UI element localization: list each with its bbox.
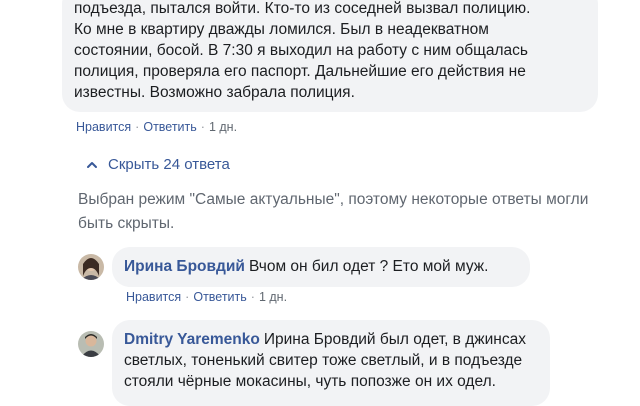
separator-dot: ·: [250, 290, 255, 304]
timestamp[interactable]: 1 дн.: [259, 290, 287, 304]
comment-author[interactable]: Dmitry Yaremenko: [124, 331, 260, 348]
separator-dot: ·: [185, 290, 190, 304]
comment-text-line: Ирина Бровдий был одет, в джинсах: [263, 331, 526, 348]
separator-dot: ·: [135, 120, 140, 134]
avatar-image: [78, 254, 104, 280]
avatar[interactable]: [78, 254, 104, 280]
comment-text-line: состоянии, босой. В 7:30 я выходил на ра…: [74, 42, 528, 59]
ranking-notice: Выбран режим "Самые актуальные", поэтому…: [78, 191, 589, 232]
comment-text-line: известны. Возможно забрала полиция.: [74, 84, 355, 101]
avatar-image: [78, 331, 104, 357]
reply-link[interactable]: Ответить: [193, 290, 246, 304]
timestamp[interactable]: 1 дн.: [209, 120, 237, 134]
comment-text-line: подъезда, пытался войти. Кто-то из сосед…: [74, 0, 531, 17]
comment-text-line: полиция, проверяла его паспорт. Дальнейш…: [74, 63, 526, 80]
comment-text-line: стояли чёрные мокасины, чуть попозже он …: [124, 373, 496, 390]
comment-text: Вчом он бил одет ? Ето мой муж.: [248, 258, 489, 275]
comment-author[interactable]: Ирина Бровдий: [124, 258, 245, 275]
comment-bubble: подъезда, пытался войти. Кто-то из сосед…: [62, 0, 598, 112]
comment-text-line: светлых, тоненький свитер тоже светлый, …: [124, 352, 523, 369]
reply-bubble: Dmitry Yaremenko Ирина Бровдий был одет, …: [112, 320, 550, 406]
hide-replies-label: Скрыть 24 ответа: [108, 156, 230, 173]
like-link[interactable]: Нравится: [126, 290, 181, 304]
hide-replies-link[interactable]: Скрыть 24 ответа: [86, 156, 230, 173]
comment-actions: Нравится · Ответить · 1 дн.: [76, 120, 237, 134]
comment-actions: Нравится · Ответить · 1 дн.: [126, 290, 287, 304]
comment-text-line: Ко мне в квартиру дважды ломился. Был в …: [74, 21, 489, 38]
like-link[interactable]: Нравится: [76, 120, 131, 134]
reply-bubble: Ирина Бровдий Вчом он бил одет ? Ето мой …: [112, 247, 530, 287]
reply-link[interactable]: Ответить: [143, 120, 196, 134]
chevron-up-icon: [87, 161, 97, 168]
separator-dot: ·: [200, 120, 205, 134]
avatar[interactable]: [78, 331, 104, 357]
